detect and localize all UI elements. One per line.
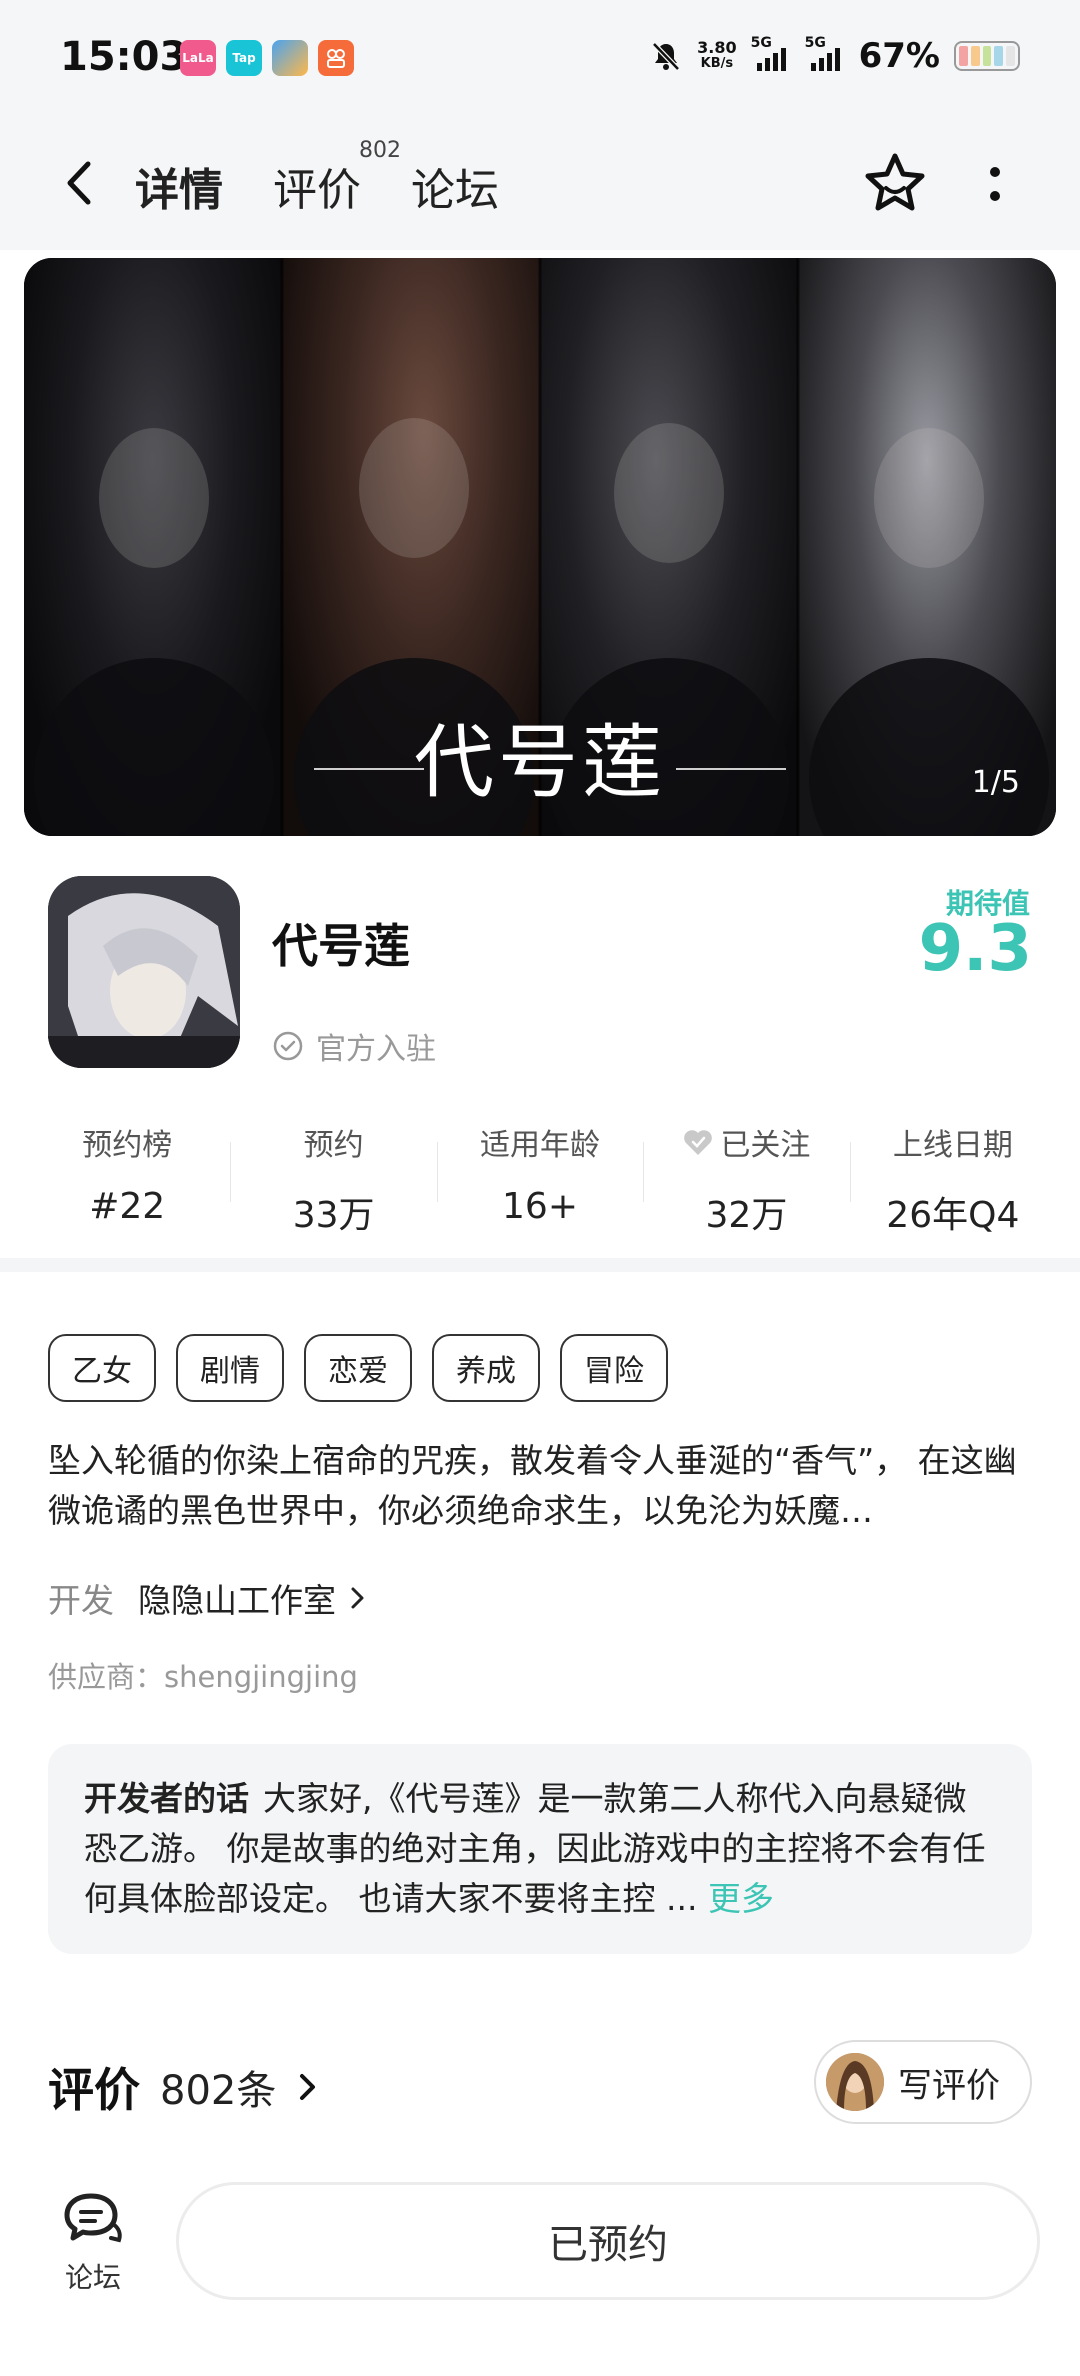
game-icon-art [48, 876, 240, 1068]
banner-carousel[interactable]: 代号莲 1/5 [24, 258, 1056, 836]
signal-5g-2-icon: 5G [805, 35, 845, 71]
tag-chip[interactable]: 剧情 [176, 1334, 284, 1402]
check-circle-icon [273, 1031, 303, 1061]
forum-label: 论坛 [64, 2261, 121, 2294]
chevron-right-icon [351, 1587, 364, 1609]
status-time: 15:03 [60, 34, 188, 80]
developer-label: 开发 [48, 1581, 114, 1620]
tag-list: 乙女 剧情 恋爱 养成 冒险 [48, 1334, 668, 1402]
taptap-app-icon: Tap [226, 40, 262, 76]
reserved-button[interactable]: 已预约 [176, 2182, 1040, 2300]
developer-name[interactable]: 隐隐山工作室 [138, 1574, 336, 1622]
forum-button[interactable]: 论坛 [50, 2190, 136, 2296]
user-avatar [826, 2053, 884, 2111]
stats-row: 预约榜 #22 预约 33万 适用年龄 16+ 已关注 32万 上线日期 26年… [24, 1120, 1056, 1238]
stat-label: 上线日期 [892, 1128, 1013, 1163]
stat-value: 33万 [292, 1195, 375, 1236]
stat-label: 预约榜 [82, 1128, 173, 1163]
top-nav: 详情 评价 802 论坛 [0, 120, 1080, 250]
expectation-score: 9.3 [918, 912, 1032, 986]
tab-reviews[interactable]: 评价 802 [273, 138, 401, 218]
tag-chip[interactable]: 冒险 [560, 1334, 668, 1402]
game-description[interactable]: 坠入轮循的你染上宿命的咒疾，散发着令人垂涎的“香气”， 在这幽微诡谲的黑色世界中… [48, 1436, 1038, 1536]
stat-value: 26年Q4 [886, 1195, 1020, 1236]
write-review-button[interactable]: 写评价 [814, 2040, 1032, 2124]
stat-value: 32万 [705, 1195, 788, 1236]
banner-title: 代号莲 [414, 716, 666, 809]
tag-chip[interactable]: 恋爱 [304, 1334, 412, 1402]
cloud-app-icon [272, 40, 308, 76]
signal-5g-1-icon: 5G [751, 35, 791, 71]
more-vertical-icon[interactable] [980, 160, 1010, 210]
stat-label: 预约 [303, 1128, 364, 1163]
status-bar: 15:03 LaLa Tap 3.80 KB/s 5G 5G 67% [0, 0, 1080, 120]
banner-page-counter: 1/5 [971, 765, 1020, 800]
tab-details[interactable]: 详情 [131, 154, 227, 222]
stat-value: 16+ [502, 1186, 578, 1227]
chat-bubble-icon [64, 2193, 122, 2243]
battery-percentage: 67% [858, 36, 940, 76]
developer-note[interactable]: 开发者的话 大家好,《代号莲》是一款第二人称代入向悬疑微恐乙游。 你是故事的绝对主… [48, 1744, 1032, 1954]
battery-icon [954, 41, 1020, 71]
reviews-count: 802条 [160, 2068, 277, 2114]
developer-row[interactable]: 开发 隐隐山工作室 [48, 1574, 368, 1622]
notification-app-icons: LaLa Tap [180, 40, 354, 76]
tag-chip[interactable]: 乙女 [48, 1334, 156, 1402]
tab-bar: 详情 评价 802 论坛 [131, 138, 499, 222]
stat-label: 适用年龄 [480, 1128, 601, 1163]
chevron-right-icon [300, 2074, 316, 2100]
stat-release-date: 上线日期 26年Q4 [849, 1120, 1056, 1238]
game-title: 代号莲 [272, 919, 410, 973]
status-indicators: 3.80 KB/s 5G 5G 67% [649, 35, 1020, 76]
net-speed: 3.80 KB/s [697, 38, 737, 72]
star-outline-icon[interactable] [860, 148, 930, 218]
official-label: 官方入驻 [316, 1032, 436, 1067]
tab-forum[interactable]: 论坛 [411, 154, 499, 218]
reviews-header[interactable]: 评价 802条 [48, 2054, 320, 2120]
stat-label: 已关注 [643, 1120, 849, 1164]
mute-bell-icon [652, 42, 680, 71]
stat-value: #22 [89, 1186, 166, 1227]
game-icon [48, 876, 240, 1068]
official-badge: 官方入驻 [272, 1024, 436, 1068]
write-review-label: 写评价 [898, 2065, 1000, 2106]
section-divider [0, 1258, 1080, 1272]
back-arrow-icon[interactable] [60, 158, 100, 208]
stat-followed[interactable]: 已关注 32万 [643, 1120, 849, 1238]
lala-app-icon: LaLa [180, 40, 216, 76]
reviews-count-badge: 802 [359, 138, 401, 163]
banner-title-line-right [676, 768, 786, 770]
supplier-info: 供应商：shengjingjing [48, 1660, 358, 1694]
stat-reservations: 预约 33万 [230, 1120, 436, 1238]
bottom-action-bar: 论坛 已预约 [0, 2160, 1080, 2376]
heart-icon [684, 1130, 713, 1155]
more-link[interactable]: 更多 [708, 1879, 774, 1918]
reviews-title: 评价 [48, 2063, 140, 2117]
stat-age-rating: 适用年龄 16+ [436, 1120, 643, 1238]
video-app-icon [318, 40, 354, 76]
tag-chip[interactable]: 养成 [432, 1334, 540, 1402]
stat-ranking[interactable]: 预约榜 #22 [24, 1120, 230, 1238]
developer-note-title: 开发者的话 [84, 1779, 249, 1818]
